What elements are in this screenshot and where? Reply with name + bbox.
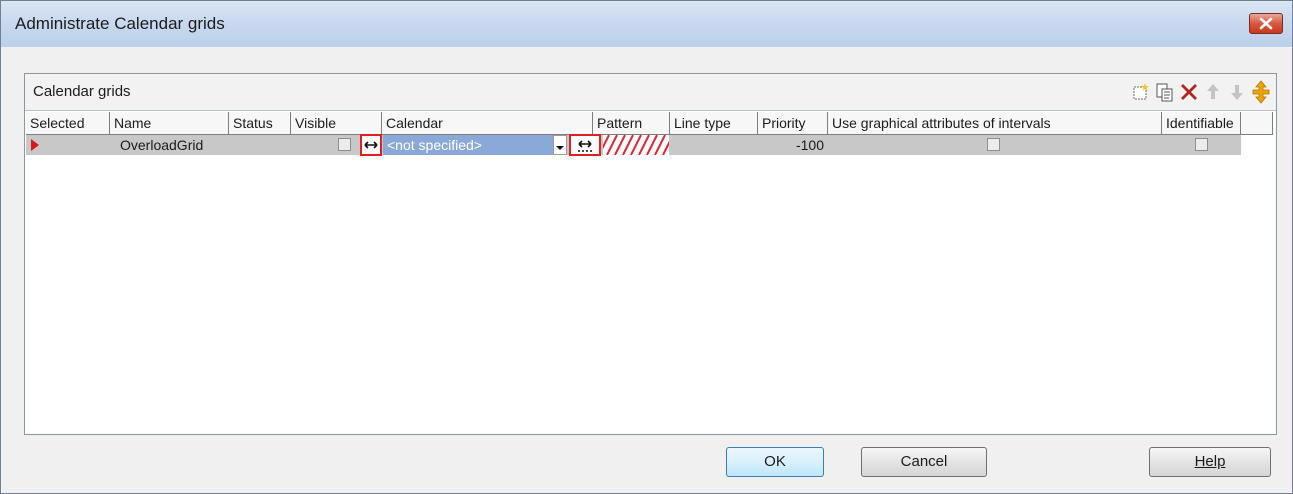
title-bar: Administrate Calendar grids (1, 1, 1292, 47)
close-button[interactable] (1249, 13, 1283, 34)
move-up-icon[interactable] (1202, 80, 1224, 104)
column-header-identifiable[interactable]: Identifiable (1162, 112, 1241, 134)
delete-icon[interactable] (1178, 80, 1200, 104)
close-icon (1259, 17, 1273, 30)
window-title: Administrate Calendar grids (15, 14, 225, 33)
dialog-client-area: Calendar grids Selected Name Status Visi… (8, 47, 1285, 487)
panel-header: Calendar grids (25, 74, 1276, 111)
column-header-pattern[interactable]: Pattern (593, 112, 670, 134)
cell-status[interactable] (232, 135, 288, 155)
use-graphical-attributes-checkbox[interactable] (987, 138, 1000, 151)
copy-icon[interactable] (1154, 80, 1176, 104)
new-icon[interactable] (1130, 80, 1152, 104)
help-button-label: Help (1194, 453, 1226, 470)
dialog-window: Administrate Calendar grids Calendar gri… (0, 0, 1293, 494)
visible-checkbox[interactable] (338, 138, 351, 151)
chevron-down-icon (556, 146, 564, 150)
column-header-use-graphical-attributes[interactable]: Use graphical attributes of intervals (828, 112, 1162, 134)
current-row-marker-icon (31, 139, 39, 151)
calendar-resize-handle[interactable] (569, 134, 601, 156)
column-header-filler (1241, 112, 1273, 134)
resize-icon[interactable] (1250, 80, 1272, 104)
panel-toolbar (1130, 80, 1270, 104)
column-header-selected[interactable]: Selected (26, 112, 110, 134)
identifiable-checkbox[interactable] (1195, 138, 1208, 151)
help-button[interactable]: Help (1149, 447, 1271, 477)
cell-line-type[interactable] (672, 135, 756, 155)
move-down-icon[interactable] (1226, 80, 1248, 104)
calendar-dropdown-button[interactable] (553, 135, 567, 155)
table-row[interactable]: OverloadGrid <not specified> -100 (26, 134, 1241, 156)
horizontal-arrows-icon (578, 140, 592, 152)
column-header-status[interactable]: Status (229, 112, 291, 134)
horizontal-arrows-icon (364, 141, 378, 149)
column-header-visible[interactable]: Visible (291, 112, 382, 134)
calendar-grids-panel: Calendar grids Selected Name Status Visi… (24, 73, 1277, 435)
cell-priority[interactable]: -100 (758, 135, 824, 155)
calendar-combobox[interactable]: <not specified> (383, 135, 553, 155)
panel-title: Calendar grids (33, 83, 131, 100)
column-header-calendar[interactable]: Calendar (382, 112, 593, 134)
column-header-priority[interactable]: Priority (758, 112, 828, 134)
column-header-name[interactable]: Name (110, 112, 229, 134)
pattern-swatch[interactable] (603, 135, 669, 155)
ok-button[interactable]: OK (726, 447, 824, 477)
table-header: Selected Name Status Visible Calendar Pa… (26, 112, 1273, 135)
column-header-line-type[interactable]: Line type (670, 112, 758, 134)
visible-resize-handle[interactable] (360, 134, 382, 156)
cell-name[interactable]: OverloadGrid (120, 135, 203, 155)
hatch-pattern-icon (603, 135, 669, 155)
cancel-button[interactable]: Cancel (861, 447, 987, 477)
